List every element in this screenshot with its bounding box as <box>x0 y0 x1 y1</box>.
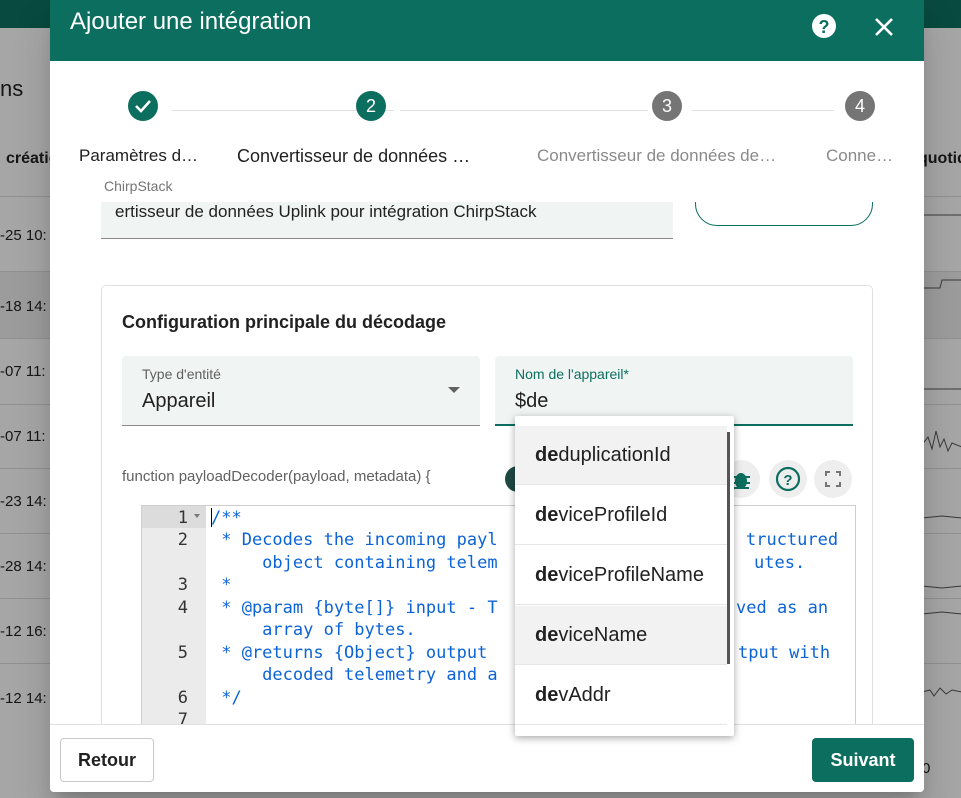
line-number: 4 <box>177 598 188 618</box>
step-4-label[interactable]: Conne… <box>826 146 893 166</box>
code-line: * @returns {Object} output <box>211 643 498 663</box>
code-line: */ <box>211 688 242 708</box>
help-outline-icon: ? <box>775 466 801 492</box>
next-button[interactable]: Suivant <box>812 738 914 782</box>
autocomplete-item[interactable]: deviceProfileName <box>515 546 727 605</box>
code-line: object containing telem <box>211 553 498 573</box>
autocomplete-scrollbar[interactable] <box>727 432 730 664</box>
decoding-config-card: Configuration principale du décodage Typ… <box>101 285 873 724</box>
step-3-marker[interactable]: 3 <box>652 91 682 121</box>
match-prefix: de <box>535 624 559 646</box>
match-rest: viceProfileName <box>558 564 704 586</box>
match-rest: viceName <box>558 624 648 646</box>
add-integration-dialog: Ajouter une intégration ? 2 3 4 Paramètr… <box>50 0 924 792</box>
function-signature: function payloadDecoder(payload, metadat… <box>122 468 431 485</box>
code-line: array of bytes. <box>211 620 416 640</box>
description-field[interactable]: ertisseur de données Uplink pour intégra… <box>101 202 673 239</box>
help-button[interactable]: ? <box>808 6 840 38</box>
code-line: * Decodes the incoming payl <box>211 530 498 550</box>
autocomplete-item[interactable]: devAddr <box>515 666 727 725</box>
step-1-marker[interactable] <box>128 91 158 121</box>
fold-arrow-icon[interactable] <box>194 514 200 518</box>
autocomplete-list[interactable]: deduplicationId deviceProfileId devicePr… <box>515 416 734 736</box>
line-number: 5 <box>177 643 188 663</box>
close-icon <box>875 18 893 36</box>
outlined-action-button[interactable] <box>695 202 873 226</box>
code-line: decoded telemetry and a <box>211 665 498 685</box>
line-number: 3 <box>177 575 188 595</box>
match-rest: viceProfileId <box>558 504 668 526</box>
code-fragment: utes. <box>754 553 806 573</box>
code-line: * <box>211 575 232 595</box>
dialog-title: Ajouter une intégration <box>70 8 312 35</box>
step-4-marker[interactable]: 4 <box>845 91 875 121</box>
dialog-footer: Retour Suivant <box>50 724 924 792</box>
match-prefix: de <box>535 504 559 526</box>
autocomplete-item[interactable]: deviceProfileId <box>515 486 727 545</box>
svg-text:?: ? <box>819 17 830 37</box>
step-2-marker[interactable]: 2 <box>356 91 386 121</box>
line-number: 1 <box>177 508 188 528</box>
match-prefix: de <box>535 564 559 586</box>
step-3-label[interactable]: Convertisseur de données de… <box>537 146 776 166</box>
fullscreen-button[interactable] <box>814 460 852 498</box>
code-editor[interactable]: 1 2 3 4 5 6 7 /** * Decodes the incoming… <box>141 505 856 724</box>
step-2-label[interactable]: Convertisseur de données … <box>237 146 470 167</box>
step-1-label[interactable]: Paramètres d… <box>79 146 198 166</box>
close-button[interactable] <box>868 6 900 38</box>
code-fragment: tructured <box>746 530 839 550</box>
step-1-sublabel: ChirpStack <box>104 178 173 194</box>
fullscreen-icon <box>825 471 841 487</box>
entity-type-select[interactable]: Type d'entité Appareil <box>122 356 480 426</box>
back-button[interactable]: Retour <box>60 738 154 782</box>
device-name-label: Nom de l'appareil* <box>515 366 629 382</box>
code-line: /** <box>211 508 242 528</box>
svg-text:?: ? <box>783 472 792 489</box>
code-fragment: tput with <box>738 643 831 663</box>
step-connector <box>692 110 834 111</box>
help-circle-icon: ? <box>812 14 836 38</box>
match-rest: vAddr <box>558 684 611 706</box>
code-line: * @param {byte[]} input - T <box>211 598 498 618</box>
section-title: Configuration principale du décodage <box>122 312 447 332</box>
device-name-value: $de <box>515 390 549 412</box>
match-rest: duplicationId <box>558 444 671 466</box>
step-connector <box>400 110 648 111</box>
dropdown-arrow-icon <box>448 387 460 393</box>
description-value: ertisseur de données Uplink pour intégra… <box>115 202 537 221</box>
dialog-header: Ajouter une intégration ? <box>50 0 924 61</box>
check-icon <box>135 100 151 113</box>
autocomplete-item[interactable]: deduplicationId <box>515 426 727 485</box>
match-prefix: de <box>535 684 559 706</box>
editor-help-button[interactable]: ? <box>769 460 807 498</box>
autocomplete-item[interactable]: deviceName <box>515 606 727 665</box>
line-number: 2 <box>177 530 188 550</box>
entity-type-label: Type d'entité <box>142 366 221 382</box>
line-number: 7 <box>177 710 188 724</box>
dialog-content[interactable]: ertisseur de données Uplink pour intégra… <box>50 202 924 724</box>
match-prefix: de <box>535 444 559 466</box>
code-fragment: ved as an <box>736 598 829 618</box>
line-number: 6 <box>177 688 188 708</box>
entity-type-value: Appareil <box>142 390 216 412</box>
